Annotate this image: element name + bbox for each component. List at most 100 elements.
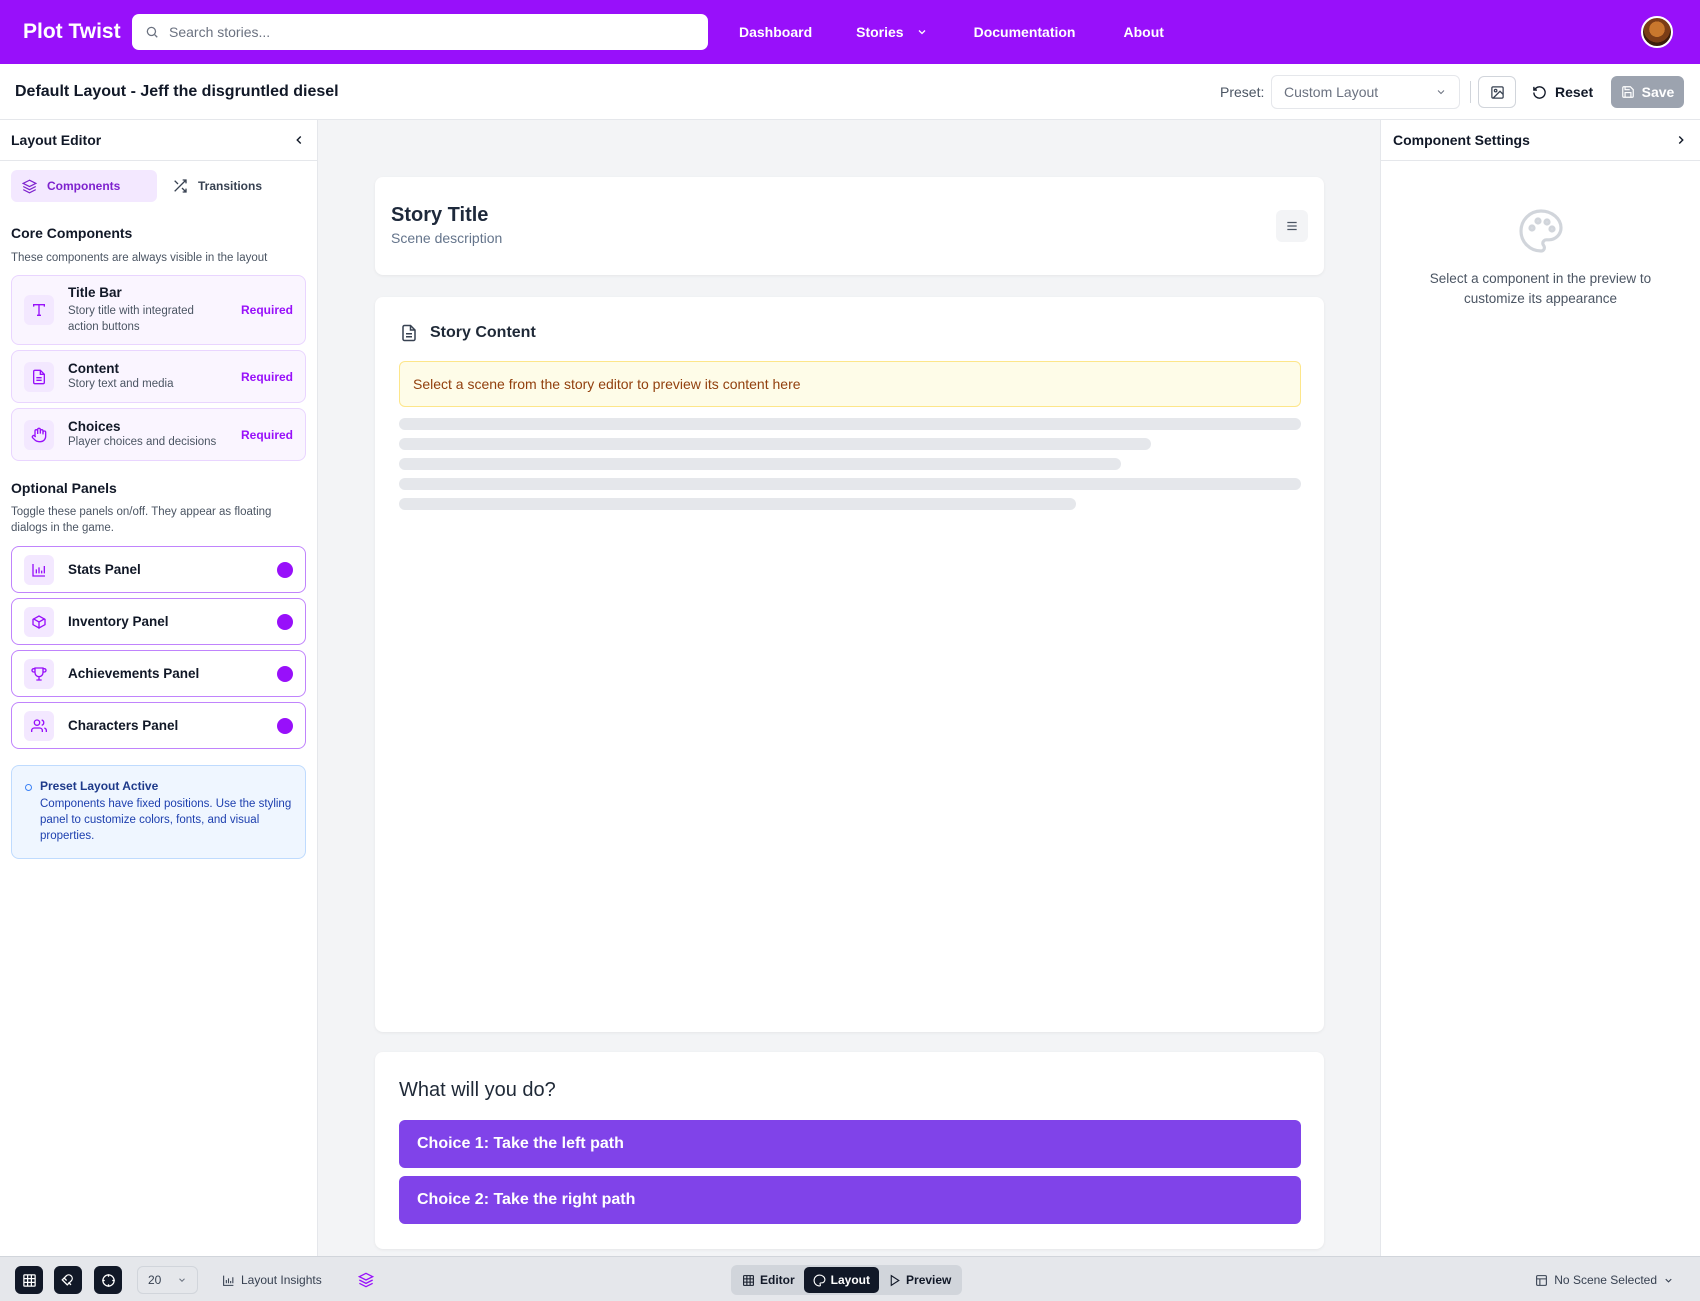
nav-stories-label: Stories: [856, 24, 904, 40]
zoom-select[interactable]: 20: [137, 1266, 198, 1294]
component-settings-panel: Component Settings Select a component in…: [1380, 120, 1700, 1256]
search-input[interactable]: [169, 24, 669, 40]
component-settings-title: Component Settings: [1393, 132, 1530, 148]
layout-insights-button[interactable]: Layout Insights: [222, 1266, 322, 1294]
choices-title: What will you do?: [399, 1079, 556, 1101]
nav-links: Dashboard Stories Documentation About: [739, 24, 1164, 40]
layout-insights-label: Layout Insights: [241, 1273, 322, 1287]
chevron-down-icon: [918, 30, 926, 35]
layers-icon: [358, 1272, 374, 1288]
tab-transitions-label: Transitions: [198, 179, 263, 193]
panel-toggle-stats[interactable]: Stats Panel: [11, 546, 306, 593]
panel-toggle-characters[interactable]: Characters Panel: [11, 702, 306, 749]
panel-name: Inventory Panel: [68, 614, 169, 629]
crosshair-icon: [101, 1273, 115, 1287]
chevron-down-icon: [1665, 1278, 1672, 1283]
background-image-button[interactable]: [1478, 76, 1516, 108]
component-text: Title Bar Story title with integrated ac…: [68, 285, 218, 335]
user-avatar[interactable]: [1641, 16, 1673, 48]
panel-toggle-inventory[interactable]: Inventory Panel: [11, 598, 306, 645]
toggle-indicator[interactable]: [277, 613, 293, 630]
component-settings-header: Component Settings: [1381, 120, 1700, 161]
info-icon: [25, 784, 32, 791]
component-name: Title Bar: [68, 285, 122, 300]
save-button[interactable]: Save: [1611, 76, 1684, 108]
content-header: Story Content: [400, 324, 536, 342]
toggle-indicator[interactable]: [277, 665, 293, 682]
package-icon: [24, 606, 54, 637]
component-title-bar[interactable]: Title Bar Story title with integrated ac…: [11, 275, 306, 345]
scene-selector-label: No Scene Selected: [1554, 1273, 1657, 1287]
snap-toggle-button[interactable]: [54, 1266, 82, 1294]
component-desc: Story text and media: [68, 378, 174, 390]
mode-layout[interactable]: Layout: [803, 1267, 880, 1293]
optional-panels-title: Optional Panels: [11, 480, 117, 496]
scene-description: Scene description: [391, 230, 503, 246]
choice-button[interactable]: Choice 1: Take the left path: [399, 1120, 1301, 1168]
collapse-left-icon[interactable]: [292, 133, 306, 147]
search-box[interactable]: [132, 14, 708, 50]
required-badge: Required: [240, 427, 293, 442]
mode-editor[interactable]: Editor: [733, 1267, 804, 1293]
reset-button[interactable]: Reset: [1532, 76, 1593, 108]
story-title: Story Title: [391, 204, 489, 226]
layers-button[interactable]: [358, 1272, 374, 1288]
panel-name: Achievements Panel: [68, 666, 200, 681]
component-choices[interactable]: Choices Player choices and decisions Req…: [11, 408, 306, 461]
page-title: Default Layout - Jeff the disgruntled di…: [15, 82, 339, 100]
mode-preview[interactable]: Preview: [879, 1267, 960, 1293]
skeleton-line: [399, 498, 1076, 510]
target-toggle-button[interactable]: [94, 1266, 122, 1294]
top-navigation: Plot Twist Dashboard Stories Documentati…: [0, 0, 1700, 64]
mode-layout-label: Layout: [830, 1273, 871, 1287]
grid-icon: [743, 1274, 754, 1286]
skeleton-line: [399, 438, 1151, 450]
panel-text: Stats Panel: [68, 562, 141, 577]
settings-empty-text: Select a component in the preview to cus…: [1429, 271, 1652, 306]
component-content[interactable]: Content Story text and media Required: [11, 350, 306, 403]
component-text: Choices Player choices and decisions: [68, 419, 216, 450]
grid-toggle-button[interactable]: [15, 1266, 43, 1294]
choice-button[interactable]: Choice 2: Take the right path: [399, 1176, 1301, 1224]
title-bar-preview[interactable]: Story Title Scene description: [375, 177, 1324, 275]
content-preview[interactable]: Story Content Select a scene from the st…: [375, 297, 1324, 1032]
palette-icon: [1518, 209, 1563, 253]
preset-select[interactable]: Custom Layout: [1271, 75, 1460, 109]
tab-transitions[interactable]: Transitions: [161, 170, 273, 202]
skeleton-line: [399, 418, 1301, 430]
users-icon: [24, 710, 54, 741]
preset-label: Preset:: [1220, 84, 1265, 100]
core-components-desc: These components are always visible in t…: [11, 252, 268, 264]
brand-logo[interactable]: Plot Twist: [23, 20, 132, 44]
editor-tabs: Components Transitions: [0, 161, 317, 202]
component-text: Content Story text and media: [68, 361, 173, 392]
nav-about[interactable]: About: [1123, 24, 1163, 40]
hand-icon: [24, 419, 54, 450]
bar-chart-icon: [24, 554, 54, 585]
reset-icon: [1533, 85, 1546, 99]
panel-toggle-achievements[interactable]: Achievements Panel: [11, 650, 306, 697]
nav-dashboard[interactable]: Dashboard: [739, 24, 812, 40]
skeleton-line: [399, 478, 1301, 490]
collapse-right-icon[interactable]: [1674, 133, 1688, 147]
info-desc: Components have fixed positions. Use the…: [40, 798, 292, 842]
toggle-indicator[interactable]: [277, 561, 293, 578]
nav-stories[interactable]: Stories: [856, 24, 927, 40]
divider: [1470, 81, 1471, 103]
shuffle-icon: [174, 179, 187, 193]
choices-preview[interactable]: What will you do? Choice 1: Take the lef…: [375, 1052, 1324, 1249]
menu-button[interactable]: [1276, 210, 1308, 242]
panel-text: Inventory Panel: [68, 614, 169, 629]
type-icon: [24, 295, 54, 325]
nav-documentation[interactable]: Documentation: [974, 24, 1076, 40]
scene-selector[interactable]: No Scene Selected: [1535, 1266, 1674, 1294]
reset-label: Reset: [1555, 84, 1594, 100]
toggle-indicator[interactable]: [277, 717, 293, 734]
trophy-icon: [24, 658, 54, 689]
mode-preview-label: Preview: [906, 1273, 952, 1287]
required-badge: Required: [240, 303, 293, 317]
grid-icon: [22, 1273, 36, 1287]
tab-components[interactable]: Components: [11, 170, 157, 202]
tab-components-label: Components: [47, 179, 121, 193]
zoom-value: 20: [148, 1273, 162, 1287]
